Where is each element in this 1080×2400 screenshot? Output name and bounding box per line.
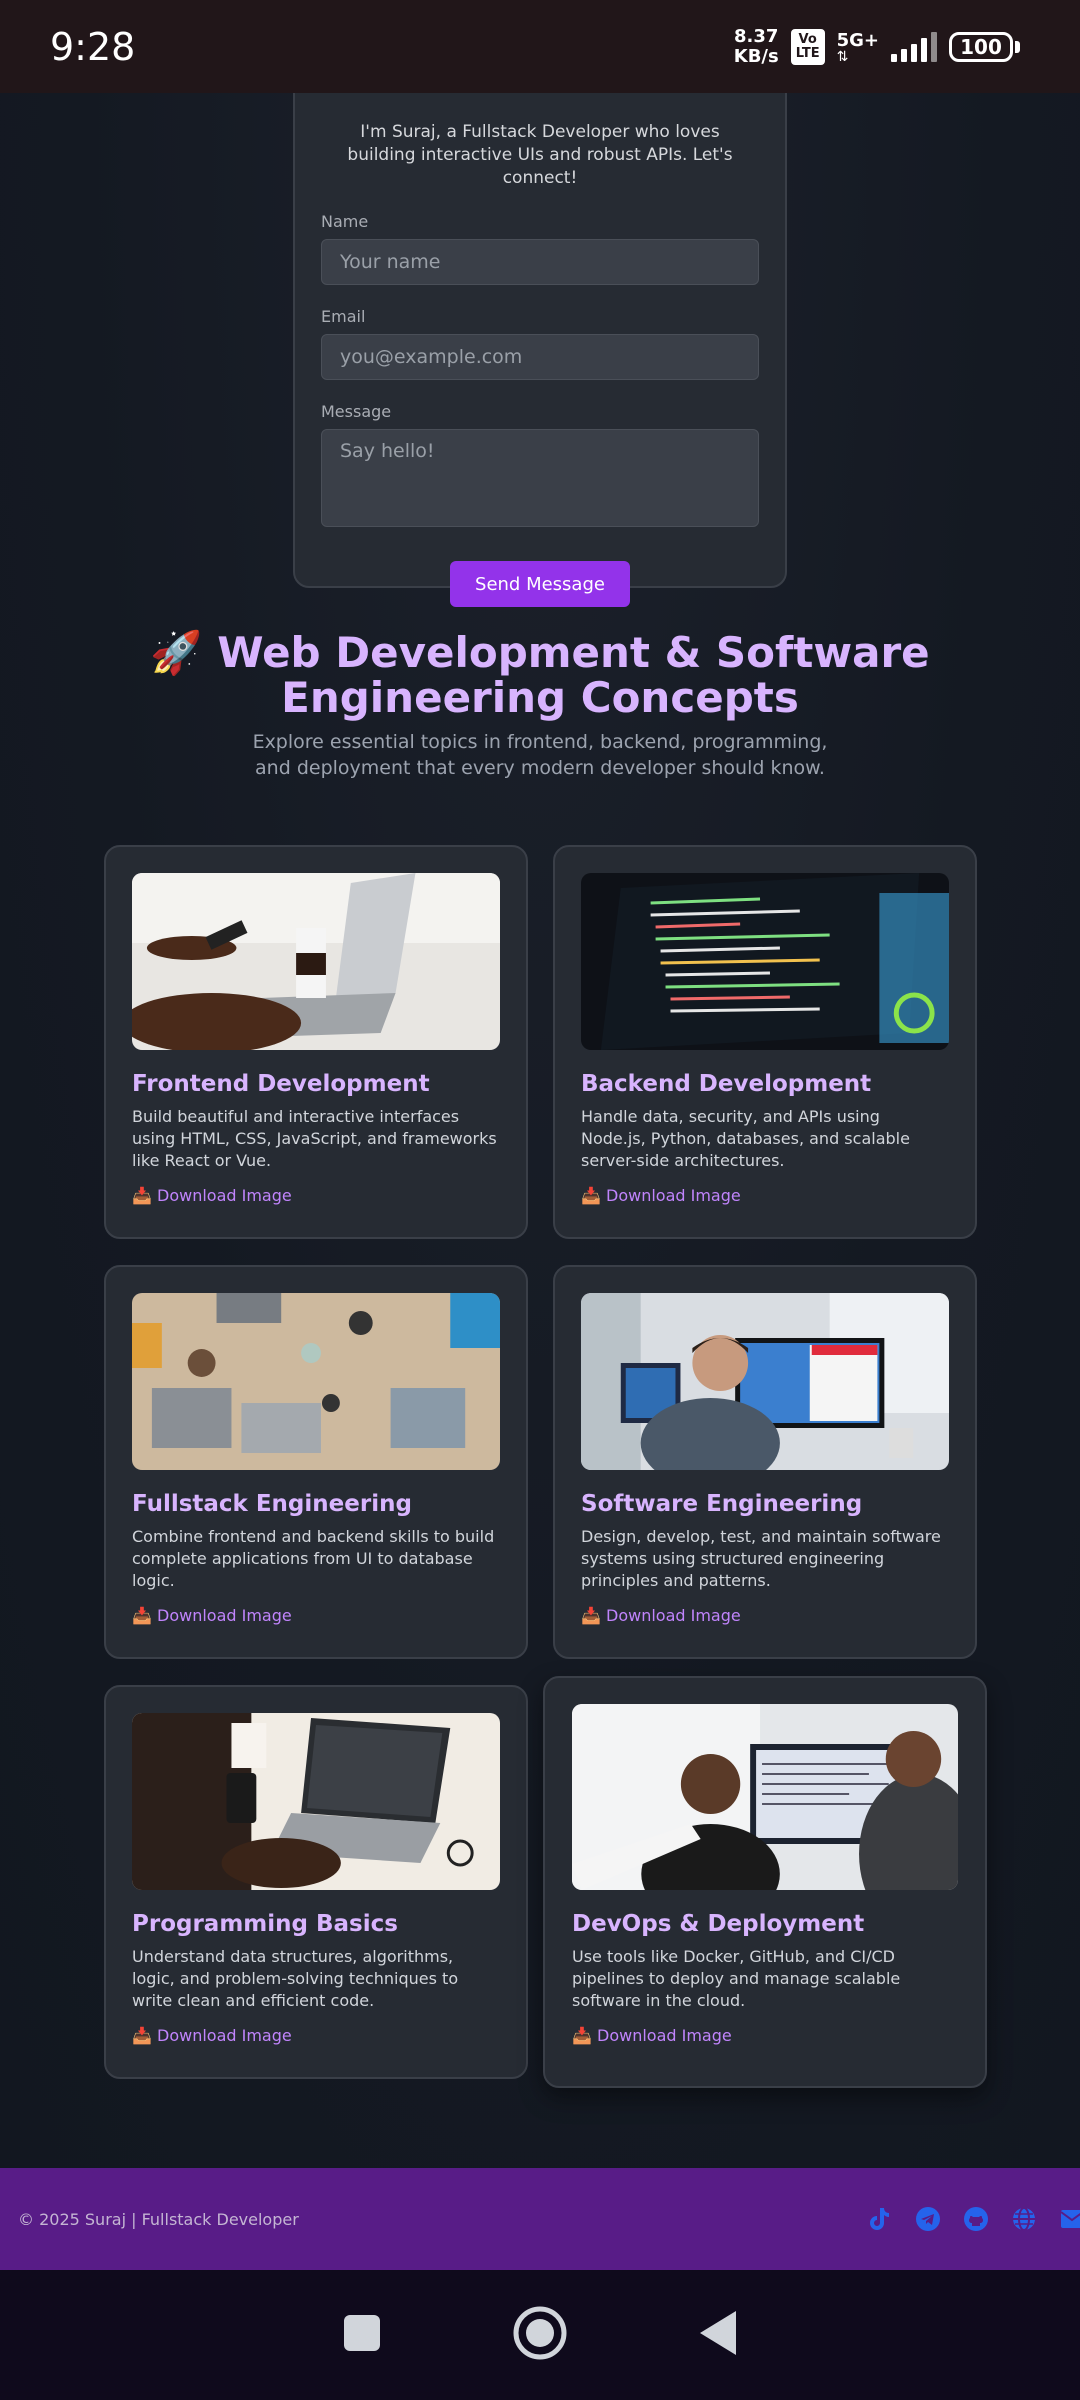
fullstack-image	[132, 1293, 500, 1470]
software-engineering-image	[581, 1293, 949, 1470]
network-type-group: 5G+ ⇅	[836, 29, 879, 65]
programming-basics-image	[132, 1713, 500, 1890]
volte-icon: Vo LTE	[790, 28, 825, 65]
card-title: Backend Development	[581, 1071, 872, 1097]
download-image-link[interactable]: 📥 Download Image	[132, 1186, 500, 1205]
footer-copyright: © 2025 Suraj | Fullstack Developer	[18, 2209, 299, 2229]
contact-form-card: I'm Suraj, a Fullstack Developer who lov…	[293, 93, 787, 607]
network-type: 5G+	[836, 29, 879, 51]
backend-image	[581, 873, 949, 1050]
email-field[interactable]: you@example.com	[321, 334, 759, 380]
download-image-link[interactable]: 📥 Download Image	[132, 1606, 500, 1625]
card-title: Programming Basics	[132, 1911, 398, 1937]
footer: © 2025 Suraj | Fullstack Developer	[0, 2168, 1080, 2270]
battery-level: 100	[949, 31, 1013, 62]
back-icon[interactable]	[698, 2309, 738, 2361]
download-image-link[interactable]: 📥 Download Image	[581, 1606, 949, 1625]
card-title: Frontend Development	[132, 1071, 430, 1097]
card-description: Understand data structures, algorithms, …	[132, 1947, 459, 2010]
devops-image	[572, 1704, 958, 1890]
page-content[interactable]: I'm Suraj, a Fullstack Developer who lov…	[0, 93, 1080, 2168]
name-label: Name	[321, 212, 369, 231]
card-description: Handle data, security, and APIs using No…	[581, 1107, 910, 1170]
contact-intro: I'm Suraj, a Fullstack Developer who lov…	[347, 122, 733, 188]
mail-icon[interactable]	[1058, 2205, 1080, 2233]
topic-card-backend: Backend Development Handle data, securit…	[553, 845, 977, 1239]
volte-top: Vo	[798, 31, 817, 47]
home-icon[interactable]	[512, 2305, 568, 2365]
volte-bottom: LTE	[795, 45, 820, 61]
topic-card-programming-basics: Programming Basics Understand data struc…	[104, 1685, 528, 2079]
card-title: Fullstack Engineering	[132, 1491, 412, 1517]
github-icon[interactable]	[962, 2205, 990, 2233]
footer-social-links	[866, 2205, 1080, 2233]
network-speed-value: 8.37	[734, 25, 779, 47]
card-description: Build beautiful and interactive interfac…	[132, 1107, 497, 1170]
download-image-link[interactable]: 📥 Download Image	[132, 2026, 500, 2045]
send-message-button[interactable]: Send Message	[450, 561, 630, 607]
topic-card-frontend: Frontend Development Build beautiful and…	[104, 845, 528, 1239]
topic-card-software-engineering: Software Engineering Design, develop, te…	[553, 1265, 977, 1659]
download-image-link[interactable]: 📥 Download Image	[581, 1186, 949, 1205]
network-speed: 8.37 KB/s	[733, 25, 779, 67]
system-navigation-bar	[0, 2270, 1080, 2400]
telegram-icon[interactable]	[914, 2205, 942, 2233]
message-field[interactable]: Say hello!	[321, 429, 759, 527]
card-title: DevOps & Deployment	[572, 1911, 865, 1937]
topic-card-devops: DevOps & Deployment Use tools like Docke…	[543, 1676, 987, 2088]
email-label: Email	[321, 307, 366, 326]
status-bar: 9:28 8.37 KB/s Vo LTE 5G+ ⇅ 100	[0, 0, 1080, 93]
battery-icon: 100	[949, 31, 1020, 62]
name-field[interactable]: Your name	[321, 239, 759, 285]
signal-icon	[891, 31, 937, 62]
card-title: Software Engineering	[581, 1491, 863, 1517]
tiktok-icon[interactable]	[866, 2205, 894, 2233]
status-time: 9:28	[50, 24, 136, 69]
data-arrows-icon: ⇅	[836, 48, 849, 65]
recent-apps-icon[interactable]	[342, 2313, 382, 2357]
message-label: Message	[321, 402, 392, 421]
network-speed-unit: KB/s	[733, 45, 779, 67]
download-image-link[interactable]: 📥 Download Image	[572, 2026, 958, 2045]
card-description: Combine frontend and backend skills to b…	[132, 1527, 495, 1590]
card-description: Design, develop, test, and maintain soft…	[581, 1527, 941, 1590]
frontend-image	[132, 873, 500, 1050]
topic-card-fullstack: Fullstack Engineering Combine frontend a…	[104, 1265, 528, 1659]
card-description: Use tools like Docker, GitHub, and CI/CD…	[572, 1947, 901, 2010]
section-title: 🚀 Web Development & Software Engineering…	[150, 628, 930, 722]
globe-icon[interactable]	[1010, 2205, 1038, 2233]
section-subtitle: Explore essential topics in frontend, ba…	[252, 731, 828, 779]
status-indicators: 8.37 KB/s Vo LTE 5G+ ⇅ 100	[733, 25, 1020, 67]
